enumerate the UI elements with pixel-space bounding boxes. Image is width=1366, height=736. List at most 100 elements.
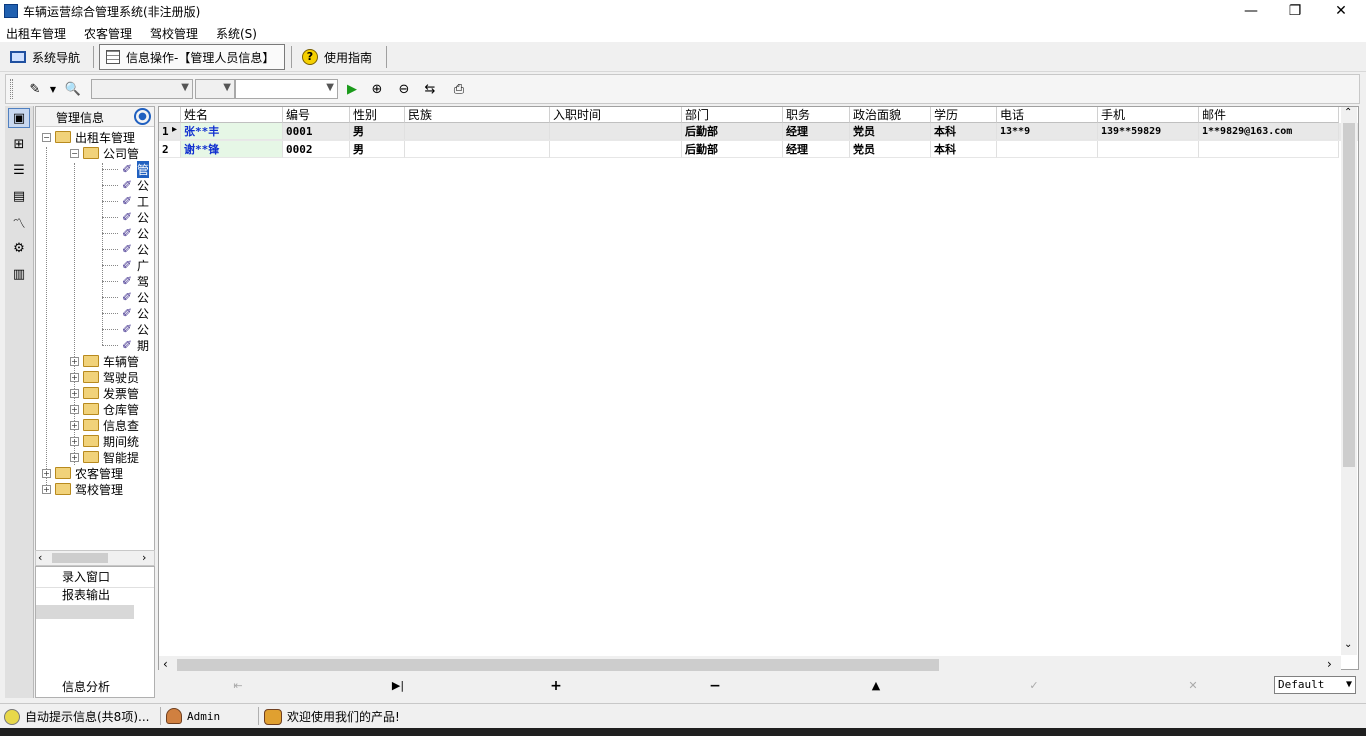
column-header[interactable]: 编号 xyxy=(283,107,350,123)
tree-leaf[interactable]: ✐ 管 xyxy=(102,160,150,178)
settings-icon[interactable]: ⚙ xyxy=(8,238,30,258)
refresh-icon[interactable]: ⇆ xyxy=(421,80,439,98)
dropdown-arrow-icon[interactable]: ▼ xyxy=(48,80,58,98)
hierarchy-icon[interactable]: ⊞ xyxy=(8,134,30,154)
cancel-record-icon[interactable]: ✕ xyxy=(1183,678,1203,694)
cell-dept[interactable]: 后勤部 xyxy=(682,123,783,140)
cell-nation[interactable] xyxy=(405,141,550,158)
close-button[interactable]: ✕ xyxy=(1318,0,1364,22)
cell-edu[interactable]: 本科 xyxy=(931,123,997,140)
scroll-up-icon[interactable]: ⌃ xyxy=(1344,107,1352,118)
grid-hscrollbar[interactable]: ‹ › xyxy=(159,656,1341,674)
tree-node-folder[interactable]: + 发票管 xyxy=(70,385,139,401)
tab-info-operation[interactable]: 信息操作-【管理人员信息】 xyxy=(99,44,285,70)
tree-leaf[interactable]: ✐ 公 xyxy=(102,289,149,305)
tree-node-taxi[interactable]: − 出租车管理 xyxy=(42,129,135,145)
tree-leaf[interactable]: ✐ 工 xyxy=(102,193,149,209)
value-combo[interactable]: ▼ xyxy=(235,79,338,99)
cell-mobile[interactable]: 139**59829 xyxy=(1098,123,1199,140)
expand-icon[interactable]: + xyxy=(42,484,51,494)
column-header[interactable]: 部门 xyxy=(682,107,783,123)
cell-email[interactable]: 1**9829@163.com xyxy=(1199,123,1339,140)
column-header[interactable]: 政治面貌 xyxy=(850,107,931,123)
cell-phone[interactable]: 13**9 xyxy=(997,123,1098,140)
table-row[interactable]: 2 谢**锋 0002 男 后勤部 经理 党员 本科 xyxy=(159,141,1358,159)
tree-leaf[interactable]: ✐ 公 xyxy=(102,225,149,241)
tree-leaf[interactable]: ✐ 驾 xyxy=(102,273,149,289)
table-row[interactable]: 1 ▸ 张**丰 0001 男 后勤部 经理 党员 本科 13**9 139**59829 1**98… xyxy=(159,123,1358,141)
document-icon[interactable]: ▤ xyxy=(8,186,30,206)
column-header[interactable]: 电话 xyxy=(997,107,1098,123)
scroll-left-icon[interactable]: ‹ xyxy=(163,657,168,671)
expand-icon[interactable]: + xyxy=(70,420,79,430)
cell-name[interactable]: 张**丰 xyxy=(181,123,283,140)
run-query-icon[interactable]: ▶ xyxy=(343,80,361,98)
operator-combo[interactable]: ▼ xyxy=(195,79,235,99)
entry-window-link[interactable]: 录入窗口 xyxy=(36,568,136,586)
field-combo[interactable]: ▼ xyxy=(91,79,193,99)
scroll-left-icon[interactable]: ‹ xyxy=(38,551,42,564)
search-icon[interactable]: 🔍 xyxy=(64,80,82,98)
cell-party[interactable]: 党员 xyxy=(850,141,931,158)
scroll-right-icon[interactable]: › xyxy=(142,551,146,564)
add-record-icon[interactable]: + xyxy=(546,678,566,694)
cell-title[interactable]: 经理 xyxy=(783,123,850,140)
tree-node-folder[interactable]: + 仓库管 xyxy=(70,401,139,417)
list-icon[interactable]: ☰ xyxy=(8,160,30,180)
info-analysis-link[interactable]: 信息分析 xyxy=(36,678,136,696)
cell-title[interactable]: 经理 xyxy=(783,141,850,158)
trash-icon[interactable]: ▥ xyxy=(8,264,30,284)
tree-node-folder[interactable]: + 智能提 xyxy=(70,449,139,465)
menu-taxi[interactable]: 出租车管理 xyxy=(6,25,66,42)
monitor-icon[interactable]: ▣ xyxy=(8,108,30,128)
cell-email[interactable] xyxy=(1199,141,1339,158)
scroll-right-icon[interactable]: › xyxy=(1327,657,1332,671)
collapse-icon[interactable]: − xyxy=(42,132,51,142)
tree-leaf[interactable]: ✐ 期 xyxy=(102,337,149,353)
column-header[interactable]: 姓名 xyxy=(181,107,283,123)
scroll-thumb[interactable] xyxy=(52,553,108,563)
post-record-icon[interactable]: ✓ xyxy=(1024,678,1044,694)
column-header[interactable]: 性别 xyxy=(350,107,405,123)
expand-icon[interactable]: + xyxy=(70,404,79,414)
expand-icon[interactable]: + xyxy=(42,468,51,478)
minimize-button[interactable]: — xyxy=(1228,0,1274,22)
expand-icon[interactable]: + xyxy=(70,356,79,366)
delete-record-icon[interactable]: − xyxy=(705,678,725,694)
tree-leaf[interactable]: ✐ 公 xyxy=(102,305,149,321)
edit-record-icon[interactable]: ▲ xyxy=(866,678,886,694)
menu-system[interactable]: 系统(S) xyxy=(216,25,257,42)
system-nav-button[interactable]: 系统导航 xyxy=(4,44,86,70)
column-header[interactable]: 入职时间 xyxy=(550,107,682,123)
cell-gender[interactable]: 男 xyxy=(350,123,405,140)
column-header[interactable]: 邮件 xyxy=(1199,107,1339,123)
cell-phone[interactable] xyxy=(997,141,1098,158)
column-header[interactable]: 学历 xyxy=(931,107,997,123)
tree-leaf[interactable]: ✐ 公 xyxy=(102,241,149,257)
menu-driving-school[interactable]: 驾校管理 xyxy=(150,25,198,42)
tree-leaf[interactable]: ✐ 公 xyxy=(102,209,149,225)
chart-icon[interactable]: 〽 xyxy=(8,212,30,232)
cell-mobile[interactable] xyxy=(1098,141,1199,158)
tree-node-folder[interactable]: + 驾校管理 xyxy=(42,481,123,497)
tree-node-folder[interactable]: + 驾驶员 xyxy=(70,369,139,385)
tree-node-folder[interactable]: + 农客管理 xyxy=(42,465,123,481)
cell-id[interactable]: 0001 xyxy=(283,123,350,140)
cell-gender[interactable]: 男 xyxy=(350,141,405,158)
tree-node-folder[interactable]: + 期间统 xyxy=(70,433,139,449)
cell-id[interactable]: 0002 xyxy=(283,141,350,158)
print-icon[interactable]: ⎙ xyxy=(450,80,468,98)
last-record-icon[interactable]: ▶| xyxy=(388,678,408,694)
tree-node-folder[interactable]: + 信息查 xyxy=(70,417,139,433)
expand-icon[interactable]: + xyxy=(70,372,79,382)
tree-leaf[interactable]: ✐ 公 xyxy=(102,177,149,193)
report-output-link[interactable]: 报表输出 xyxy=(36,586,136,604)
scroll-down-icon[interactable]: ⌄ xyxy=(1344,639,1352,650)
cell-nation[interactable] xyxy=(405,123,550,140)
layout-select[interactable]: Default ▼ xyxy=(1274,676,1356,694)
tips-status[interactable]: 自动提示信息(共8项)... xyxy=(4,708,149,725)
expand-icon[interactable]: + xyxy=(70,388,79,398)
scroll-thumb[interactable] xyxy=(1343,123,1355,467)
tree-hscrollbar[interactable]: ‹ › xyxy=(35,550,155,566)
zoom-out-icon[interactable]: ⊖ xyxy=(395,80,413,98)
